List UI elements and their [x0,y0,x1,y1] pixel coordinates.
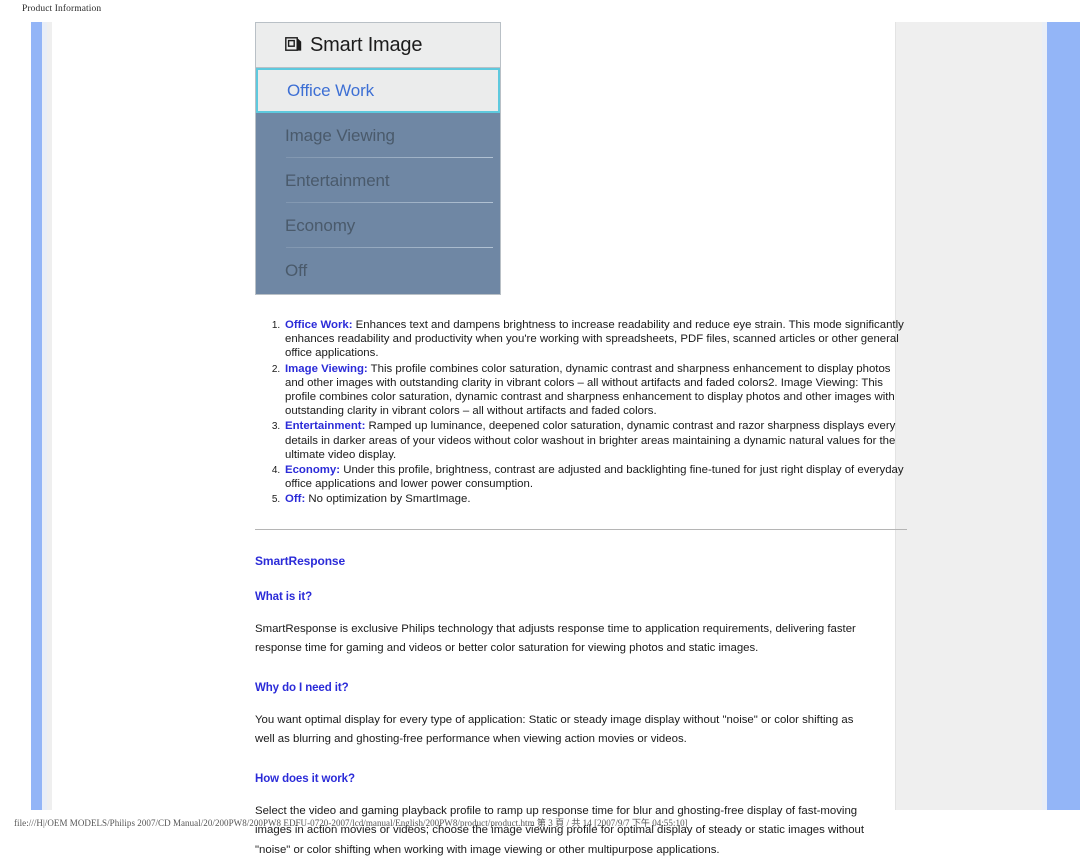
article-body: Office Work: Enhances text and dampens b… [255,318,907,860]
smart-image-selected-label: Office Work [287,80,375,100]
left-margin-white [24,22,31,810]
subheading-what-is-it: What is it? [255,590,313,603]
subheading-how-does-it-work: How does it work? [255,772,355,785]
right-side-panel [895,22,1043,810]
list-item: Entertainment: Ramped up luminance, deep… [283,419,907,462]
profile-term: Economy: [285,464,341,477]
section-divider [255,528,907,530]
option-label: Off [285,260,308,280]
profile-term: Off: [285,493,306,506]
profile-term: Image Viewing: [285,362,368,375]
list-item: Economy: Under this profile, brightness,… [283,463,907,491]
profile-text: Enhances text and dampens brightness to … [285,319,904,360]
subheading-why-do-i-need-it: Why do I need it? [255,681,349,694]
smart-image-glyph-icon [285,37,302,51]
profile-text: Ramped up luminance, deepened color satu… [285,420,896,461]
profile-term: Entertainment: [285,420,366,433]
list-item: Office Work: Enhances text and dampens b… [283,318,907,361]
smart-image-option-economy[interactable]: Economy [256,203,500,248]
profile-description-list: Office Work: Enhances text and dampens b… [255,318,907,507]
option-label: Entertainment [285,170,390,190]
smart-image-option-image-viewing[interactable]: Image Viewing [256,113,500,158]
article-sheet: Smart Image Office Work Image Viewing En… [52,22,907,856]
profile-text: This profile combines color saturation, … [285,362,895,418]
profile-text: Under this profile, brightness, contrast… [285,464,904,491]
smart-image-option-off[interactable]: Off [256,248,500,293]
document-frame: Smart Image Office Work Image Viewing En… [24,22,1080,856]
option-label: Economy [285,215,356,235]
list-item: Off: No optimization by SmartImage. [283,492,907,506]
paragraph-how-does-it-work: Select the video and gaming playback pro… [255,804,865,856]
paragraph-what-is-it: SmartResponse is exclusive Philips techn… [255,622,856,655]
smart-image-title-bar: Smart Image [256,23,500,68]
smart-image-widget: Smart Image Office Work Image Viewing En… [255,22,501,295]
page-title: Product Information [22,4,102,14]
right-accent-rail [1047,22,1080,810]
option-label: Image Viewing [285,125,395,145]
profile-term: Office Work: [285,319,353,331]
profile-text: No optimization by SmartImage. [305,493,471,506]
smart-image-option-list: Image Viewing Entertainment Economy Off [256,113,500,294]
list-item: Image Viewing: This profile combines col… [283,362,907,419]
left-accent-rail [31,22,42,810]
paragraph-why-do-i-need-it: You want optimal display for every type … [255,713,854,746]
smart-image-option-entertainment[interactable]: Entertainment [256,158,500,203]
smart-image-title-label: Smart Image [310,33,423,56]
smartresponse-heading: SmartResponse [255,553,346,568]
status-bar: file:///H|/OEM MODELS/Philips 2007/CD Ma… [14,818,688,828]
smart-image-option-office-work[interactable]: Office Work [256,68,500,113]
